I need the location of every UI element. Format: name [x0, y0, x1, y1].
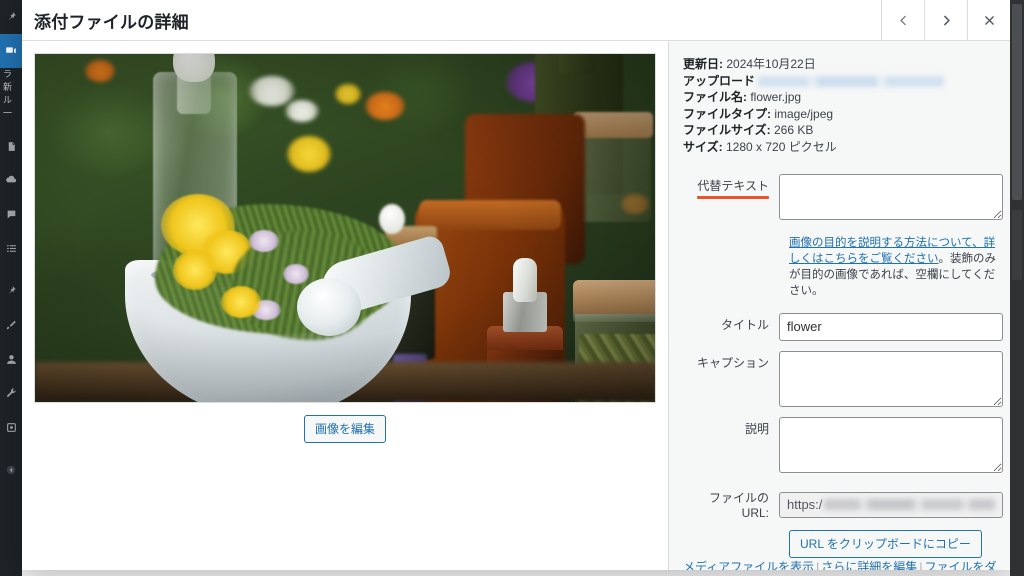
alt-text-input[interactable]: [779, 174, 1003, 220]
meta-value-filetype: image/jpeg: [774, 106, 834, 121]
meta-label-uploaded: アップロード: [683, 73, 756, 88]
close-modal-button[interactable]: [967, 0, 1010, 40]
pages-icon: [6, 141, 17, 152]
next-attachment-button[interactable]: [924, 0, 967, 40]
meta-label-dimensions: サイズ:: [683, 139, 723, 154]
cloud-icon: [5, 174, 17, 186]
alt-text-input-wrap: [779, 174, 1003, 220]
meta-row-filetype: ファイルタイプ: image/jpeg: [683, 107, 1003, 123]
file-url-prefix: https:/: [787, 497, 823, 512]
sidebar-separator-1: [0, 120, 22, 129]
meta-row-uploaded: アップロード: [683, 74, 1003, 90]
page-scrollbar[interactable]: [1010, 0, 1024, 576]
meta-label-filetype: ファイルタイプ:: [683, 106, 771, 121]
attachment-details-modal: 添付ファイルの詳細 画像を編集 更新日: 2024年10月22日 アップロード …: [22, 0, 1017, 570]
file-url-input[interactable]: https:/: [779, 491, 1003, 518]
meta-row-filename: ファイル名: flower.jpg: [683, 90, 1003, 106]
comments-icon: [6, 209, 17, 220]
meta-label-filesize: ファイルサイズ:: [683, 123, 771, 137]
view-media-file-link[interactable]: メディアファイルを表示: [683, 560, 814, 570]
preview-pane: 画像を編集: [22, 41, 668, 570]
collapse-arrow-icon: [5, 464, 17, 476]
sidebar-item-media[interactable]: [0, 34, 22, 68]
alt-text-row: 代替テキスト: [683, 174, 1003, 220]
sidebar-separator-3: [0, 444, 22, 453]
photo-vignette: [35, 54, 655, 402]
plugins-icon: [5, 285, 17, 297]
alt-text-label: 代替テキスト: [683, 174, 779, 199]
modal-header: 添付ファイルの詳細: [22, 0, 1010, 41]
pin-icon: [5, 11, 17, 23]
chevron-left-icon: [899, 15, 906, 25]
title-row: タイトル: [683, 313, 1003, 341]
sidebar-item-appearance[interactable]: [0, 308, 22, 342]
attachment-metadata: 更新日: 2024年10月22日 アップロード ファイル名: flower.jp…: [683, 57, 1003, 156]
caption-row: キャプション: [683, 351, 1003, 407]
wrench-icon: [5, 387, 17, 399]
sidebar-item-pin[interactable]: [0, 0, 22, 34]
users-icon: [6, 354, 17, 365]
close-icon: [984, 15, 994, 25]
sidebar-item-cloud[interactable]: [0, 163, 22, 197]
sidebar-collapse-button[interactable]: [0, 453, 22, 487]
sidebar-item-users[interactable]: [0, 342, 22, 376]
description-input[interactable]: [779, 417, 1003, 473]
caption-input[interactable]: [779, 351, 1003, 407]
description-label: 説明: [744, 422, 769, 436]
modal-title: 添付ファイルの詳細: [34, 12, 189, 32]
meta-row-dimensions: サイズ: 1280 x 720 ピクセル: [683, 140, 1003, 156]
sidebar-item-library-label[interactable]: ラ: [0, 68, 22, 81]
file-url-value-redacted: [824, 499, 995, 510]
title-label: タイトル: [720, 318, 769, 332]
alt-text-help: 画像の目的を説明する方法について、詳しくはこちらをご覧ください。装飾のみが目的の…: [789, 235, 1003, 299]
caption-input-wrap: [779, 351, 1003, 407]
caption-label: キャプション: [696, 356, 769, 370]
meta-row-filesize: ファイルサイズ: 266 KB: [683, 123, 1003, 139]
sidebar-item-rule-label[interactable]: ル: [0, 94, 22, 107]
sidebar-item-new-label[interactable]: 新: [0, 81, 22, 94]
meta-row-updated: 更新日: 2024年10月22日: [683, 57, 1003, 73]
meta-label-updated: 更新日:: [683, 57, 723, 71]
description-input-wrap: [779, 417, 1003, 473]
meta-value-uploaded-redacted: [758, 75, 945, 87]
chevron-right-icon: [943, 15, 950, 25]
media-icon: [5, 45, 17, 57]
sidebar-item-dash-label[interactable]: 一: [0, 107, 22, 120]
file-url-label: ファイルの URL:: [708, 491, 769, 520]
title-input[interactable]: [779, 313, 1003, 341]
page-scrollbar-track-segment: [1012, 210, 1022, 280]
edit-image-button[interactable]: 画像を編集: [303, 415, 386, 443]
title-input-wrap: [779, 313, 1003, 341]
attachment-settings-pane: 更新日: 2024年10月22日 アップロード ファイル名: flower.jp…: [668, 41, 1017, 570]
sidebar-item-comments[interactable]: [0, 197, 22, 231]
list-icon: [6, 243, 17, 254]
file-url-row: ファイルの URL: https:/: [683, 489, 1003, 520]
sidebar-item-settings[interactable]: [0, 410, 22, 444]
sidebar-item-tools[interactable]: [0, 376, 22, 410]
meta-value-dimensions: 1280 x 720 ピクセル: [725, 139, 837, 154]
description-row: 説明: [683, 417, 1003, 473]
meta-value-filename: flower.jpg: [750, 90, 802, 104]
appearance-brush-icon: [5, 319, 17, 331]
meta-value-updated: 2024年10月22日: [726, 57, 816, 71]
previous-attachment-button[interactable]: [881, 0, 924, 40]
admin-sidebar: ラ 新 ル 一: [0, 0, 22, 576]
sidebar-item-pages[interactable]: [0, 129, 22, 163]
sidebar-separator-2: [0, 265, 22, 274]
attachment-action-links: メディアファイルを表示|さらに詳細を編集|ファイルをダウンロード| 完全に削除す…: [683, 558, 1003, 570]
page-scrollbar-thumb[interactable]: [1012, 4, 1022, 200]
meta-value-filesize: 266 KB: [773, 123, 814, 137]
sidebar-item-plugins[interactable]: [0, 274, 22, 308]
edit-more-details-link[interactable]: さらに詳細を編集: [821, 560, 917, 570]
modal-body: 画像を編集 更新日: 2024年10月22日 アップロード ファイル名: flo…: [22, 41, 1017, 570]
meta-label-filename: ファイル名:: [683, 90, 747, 104]
copy-url-button[interactable]: URL をクリップボードにコピー: [789, 530, 982, 558]
attachment-preview-image: [34, 53, 656, 403]
sidebar-item-list[interactable]: [0, 231, 22, 265]
gear-icon: [6, 422, 17, 433]
